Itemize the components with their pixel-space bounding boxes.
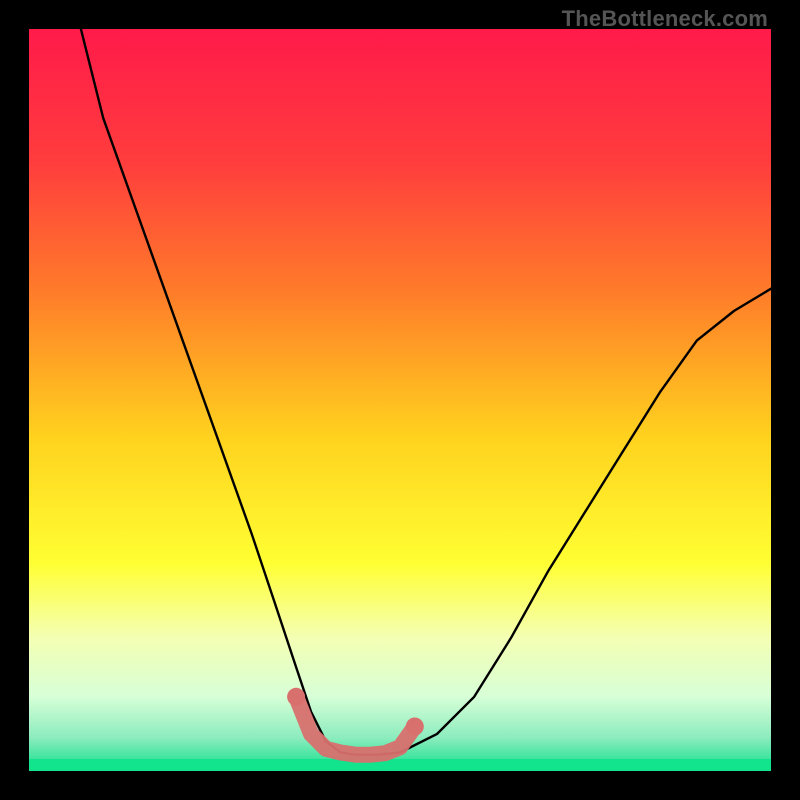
chart-plot bbox=[29, 29, 771, 771]
chart-svg bbox=[29, 29, 771, 771]
chart-frame: TheBottleneck.com bbox=[0, 0, 800, 800]
highlight-endpoint bbox=[287, 688, 305, 706]
highlight-endpoint bbox=[406, 718, 424, 736]
